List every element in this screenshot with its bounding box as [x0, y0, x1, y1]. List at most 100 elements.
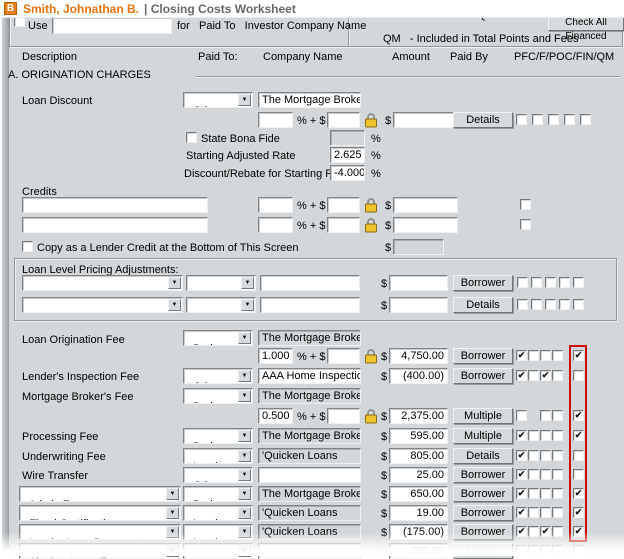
chevron-down-icon[interactable]: ▼	[238, 94, 251, 106]
loan-origination-f-checkbox[interactable]	[528, 350, 539, 361]
llpa2-qm-checkbox[interactable]	[573, 299, 584, 310]
flood-cert-poc-checkbox[interactable]	[540, 507, 551, 518]
lenders-inspection-fin-checkbox[interactable]	[552, 370, 563, 381]
credit2-flat-input[interactable]	[327, 217, 360, 233]
loan-discount-details-button[interactable]: Details	[453, 112, 513, 128]
credit1-pct-input[interactable]	[258, 197, 293, 213]
chevron-down-icon[interactable]: ▼	[238, 488, 251, 500]
wire-transfer-poc-checkbox[interactable]	[540, 469, 551, 480]
admin-fee-type-select[interactable]: Admin Fee ▼	[19, 486, 181, 502]
chevron-down-icon[interactable]: ▼	[241, 277, 254, 289]
llpa1-amount-input[interactable]	[389, 275, 448, 291]
admin-fee-amount-input[interactable]: 650.00	[389, 486, 448, 502]
admin-fee-fin-checkbox[interactable]	[552, 488, 563, 499]
loan-discount-amount-input[interactable]	[393, 112, 458, 128]
mortgage-broker-paid-to-select[interactable]: Broker ▼	[183, 388, 253, 404]
flood-cert-f-checkbox[interactable]	[528, 507, 539, 518]
llpa2-paid-to-select[interactable]: ▼	[186, 297, 256, 313]
processing-poc-checkbox[interactable]	[540, 430, 551, 441]
loan-origination-fin-checkbox[interactable]	[552, 350, 563, 361]
processing-pfc-checkbox[interactable]: ✔	[516, 430, 527, 441]
flood-cert-paid-to-select[interactable]: Lender ▼	[183, 505, 253, 521]
credit1-amount-input[interactable]	[393, 197, 458, 213]
underwriting-details-button[interactable]: Details	[453, 448, 513, 464]
chevron-down-icon[interactable]: ▼	[166, 507, 179, 519]
underwriting-f-checkbox[interactable]	[528, 450, 539, 461]
mortgage-broker-fin-checkbox[interactable]	[552, 410, 563, 421]
admin-fee-poc-checkbox[interactable]	[540, 488, 551, 499]
mortgage-broker-pfc-checkbox[interactable]	[516, 410, 527, 421]
lenders-inspection-paid-by-button[interactable]: Borrower	[453, 368, 513, 384]
loan-origination-pct-input[interactable]: 1.000	[258, 348, 293, 364]
admin-fee-f-checkbox[interactable]	[528, 488, 539, 499]
wire-transfer-f-checkbox[interactable]	[528, 469, 539, 480]
credit2-checkbox[interactable]	[520, 219, 531, 230]
llpa1-poc-checkbox[interactable]	[545, 277, 556, 288]
wire-transfer-amount-input[interactable]: 25.00	[389, 467, 448, 483]
credit2-name-input[interactable]	[22, 217, 208, 233]
processing-fin-checkbox[interactable]	[552, 430, 563, 441]
wire-transfer-company-input[interactable]	[258, 467, 361, 483]
loan-origination-paid-by-button[interactable]: Borrower	[453, 348, 513, 364]
underwriting-amount-input[interactable]: 805.00	[389, 448, 448, 464]
use-input[interactable]	[52, 17, 172, 34]
loan-discount-pct-input[interactable]	[258, 112, 293, 128]
llpa1-type-select[interactable]: ▼	[22, 275, 183, 291]
chevron-down-icon[interactable]: ▼	[238, 390, 251, 402]
admin-fee-paid-by-button[interactable]: Borrower	[453, 486, 513, 502]
llpa2-details-button[interactable]: Details	[453, 297, 513, 313]
lock-icon[interactable]	[364, 197, 378, 213]
lenders-inspection-poc-checkbox[interactable]: ✔	[540, 370, 551, 381]
underwriting-paid-to-select[interactable]: Lender ▼	[183, 448, 253, 464]
llpa1-pfc-checkbox[interactable]	[517, 277, 528, 288]
mortgage-broker-flat-input[interactable]	[327, 408, 360, 424]
llpa2-type-select[interactable]: ▼	[22, 297, 183, 313]
credit1-flat-input[interactable]	[327, 197, 360, 213]
processing-paid-to-select[interactable]: Broker ▼	[183, 428, 253, 444]
mortgage-broker-pct-input[interactable]: 0.500	[258, 408, 293, 424]
llpa1-company-input[interactable]	[260, 275, 360, 291]
chevron-down-icon[interactable]: ▼	[238, 450, 251, 462]
loan-discount-poc-checkbox[interactable]	[548, 114, 559, 125]
loan-origination-pfc-checkbox[interactable]: ✔	[516, 350, 527, 361]
mortgage-broker-amount-input[interactable]: 2,375.00	[389, 408, 448, 424]
wire-transfer-paid-by-button[interactable]: Borrower	[453, 467, 513, 483]
admin-fee-pfc-checkbox[interactable]: ✔	[516, 488, 527, 499]
lock-icon[interactable]	[364, 408, 378, 424]
chevron-down-icon[interactable]: ▼	[166, 488, 179, 500]
wire-transfer-fin-checkbox[interactable]	[552, 469, 563, 480]
lock-icon[interactable]	[364, 112, 378, 128]
lenders-inspection-paid-to-select[interactable]: Other ▼	[183, 368, 253, 384]
flood-cert-fin-checkbox[interactable]	[552, 507, 563, 518]
loan-discount-f-checkbox[interactable]	[532, 114, 543, 125]
wire-transfer-pfc-checkbox[interactable]: ✔	[516, 469, 527, 480]
lock-icon[interactable]	[364, 217, 378, 233]
chevron-down-icon[interactable]: ▼	[168, 277, 181, 289]
chevron-down-icon[interactable]: ▼	[238, 430, 251, 442]
lock-icon[interactable]	[364, 348, 378, 364]
loan-discount-paid-to-select[interactable]: Other ▼	[183, 92, 253, 108]
chevron-down-icon[interactable]: ▼	[238, 370, 251, 382]
loan-discount-company-input[interactable]: The Mortgage Brokers	[258, 92, 361, 108]
flood-cert-amount-input[interactable]: 19.00	[389, 505, 448, 521]
llpa1-f-checkbox[interactable]	[531, 277, 542, 288]
processing-f-checkbox[interactable]	[528, 430, 539, 441]
chevron-down-icon[interactable]: ▼	[238, 507, 251, 519]
llpa1-qm-checkbox[interactable]	[573, 277, 584, 288]
discount-rebate-input[interactable]: -4.000	[330, 165, 365, 181]
loan-discount-qm-checkbox[interactable]	[580, 114, 591, 125]
chevron-down-icon[interactable]: ▼	[241, 299, 254, 311]
underwriting-pfc-checkbox[interactable]: ✔	[516, 450, 527, 461]
processing-multiple-button[interactable]: Multiple	[453, 428, 513, 444]
flood-cert-pfc-checkbox[interactable]: ✔	[516, 507, 527, 518]
chevron-down-icon[interactable]: ▼	[168, 299, 181, 311]
llpa2-pfc-checkbox[interactable]	[517, 299, 528, 310]
llpa2-amount-input[interactable]	[389, 297, 448, 313]
chevron-down-icon[interactable]: ▼	[238, 469, 251, 481]
loan-origination-poc-checkbox[interactable]	[540, 350, 551, 361]
loan-discount-flat-input[interactable]	[327, 112, 360, 128]
starting-adjusted-rate-input[interactable]: 2.625	[330, 147, 365, 163]
state-bona-fide-checkbox[interactable]	[186, 132, 197, 143]
credit1-checkbox[interactable]	[520, 199, 531, 210]
loan-origination-flat-input[interactable]	[327, 348, 360, 364]
